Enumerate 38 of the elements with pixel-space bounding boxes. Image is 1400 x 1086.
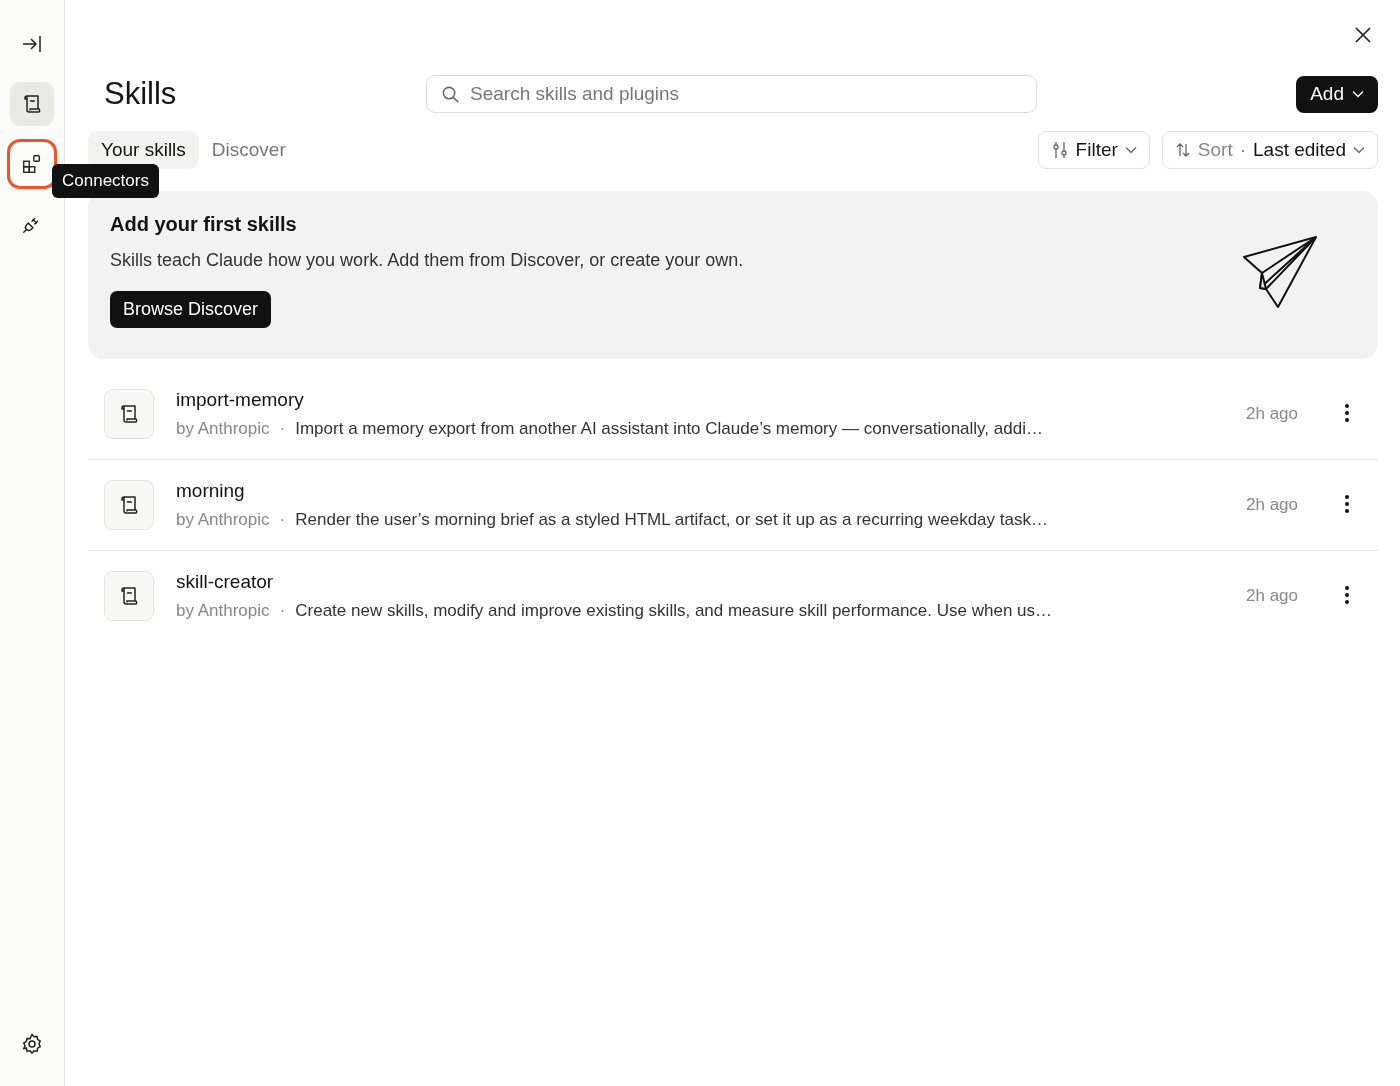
skill-author: by Anthropic <box>176 419 270 439</box>
chevron-icon <box>1124 146 1137 154</box>
banner-text: Skills teach Claude how you work. Add them from Discover, or create your own. <box>110 250 744 271</box>
search-input[interactable]: Search skills and plugins <box>470 77 1022 111</box>
skill-author: by Anthropic <box>176 601 270 621</box>
skill-name[interactable]: skill-creator <box>176 571 1226 593</box>
add-button[interactable]: Add <box>1296 75 1378 113</box>
sidebar-item[interactable] <box>10 142 54 186</box>
blocks-icon[interactable] <box>21 153 43 175</box>
edited-time: 2h ago <box>1246 586 1298 606</box>
sliders-icon <box>1050 141 1069 159</box>
search-field[interactable]: Search skills and plugins <box>426 75 1037 113</box>
banner-title: Add your first skills <box>110 213 298 236</box>
filter-button[interactable]: Filter <box>1037 131 1150 169</box>
skill-name[interactable]: morning <box>176 480 1226 502</box>
separator-dot: · <box>279 419 286 439</box>
separator-dot: · <box>279 601 286 621</box>
skill-description: Import a memory export from another AI assistant into Claude’s memory — conversationally, addi… <box>295 419 1043 439</box>
skill-author: by Anthropic <box>176 510 270 530</box>
sidebar-item[interactable] <box>10 82 54 126</box>
tooltip: Connectors <box>52 164 159 198</box>
settings-icon[interactable] <box>20 1032 44 1056</box>
chevron-icon <box>1352 90 1364 98</box>
sort-icon <box>1174 142 1191 158</box>
tab[interactable]: Discover <box>198 131 299 169</box>
paper-plane-icon <box>1242 235 1318 311</box>
edited-time: 2h ago <box>1246 404 1298 424</box>
tab[interactable]: Your skills <box>88 131 199 169</box>
skill-name[interactable]: import-memory <box>176 389 1226 411</box>
skill-description: Render the user’s morning brief as a styled HTML artifact, or set it up as a recurring weekday task… <box>295 510 1048 530</box>
skill-description: Create new skills, modify and improve existing skills, and measure skill performance. Use when us… <box>295 601 1053 621</box>
chevron-icon <box>1353 146 1365 154</box>
browse-button[interactable]: Browse Discover <box>110 291 272 328</box>
page-title: Skills <box>104 76 178 112</box>
edited-time: 2h ago <box>1246 495 1298 515</box>
sort-button[interactable]: Sort · Last edited <box>1161 131 1378 169</box>
separator-dot: · <box>279 510 286 530</box>
search-icon <box>441 84 460 104</box>
